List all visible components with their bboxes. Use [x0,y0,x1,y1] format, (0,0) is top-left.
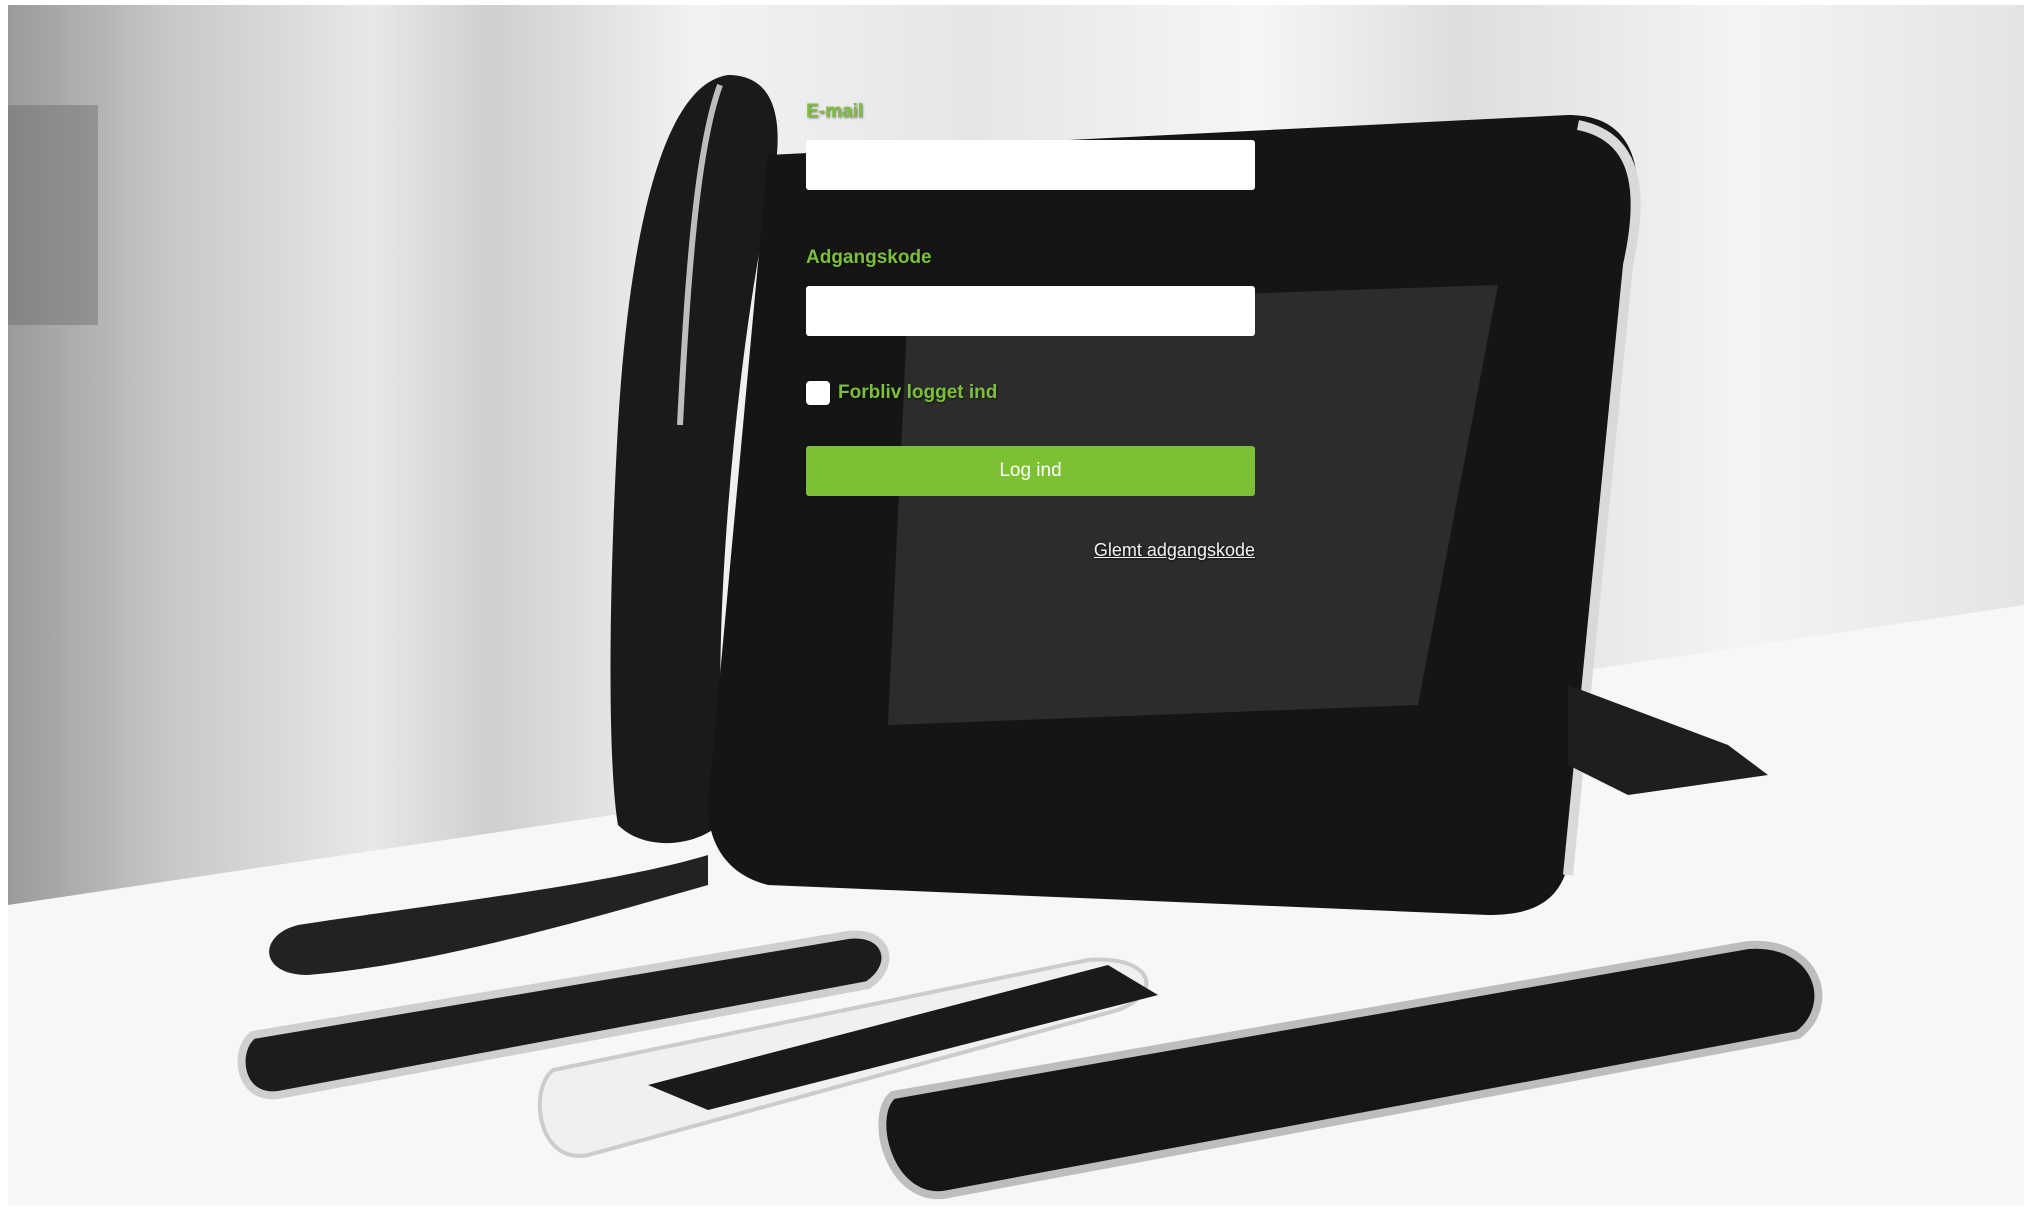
remember-me-label[interactable]: Forbliv logget ind [838,382,997,404]
login-button[interactable]: Log ind [806,446,1255,496]
remember-me-row: Forbliv logget ind [806,380,1255,406]
email-label: E-mail [806,101,864,122]
forgot-password-link[interactable]: Glemt adgangskode [1094,540,1255,560]
login-form: E-mail Adgangskode Forbliv logget ind Lo… [806,100,1255,561]
forgot-row: Glemt adgangskode [806,540,1255,561]
remember-me-checkbox[interactable] [806,381,830,405]
email-field[interactable] [806,140,1255,190]
password-field[interactable] [806,286,1255,336]
password-label: Adgangskode [806,247,932,268]
login-page: E-mail Adgangskode Forbliv logget ind Lo… [0,0,2032,1214]
